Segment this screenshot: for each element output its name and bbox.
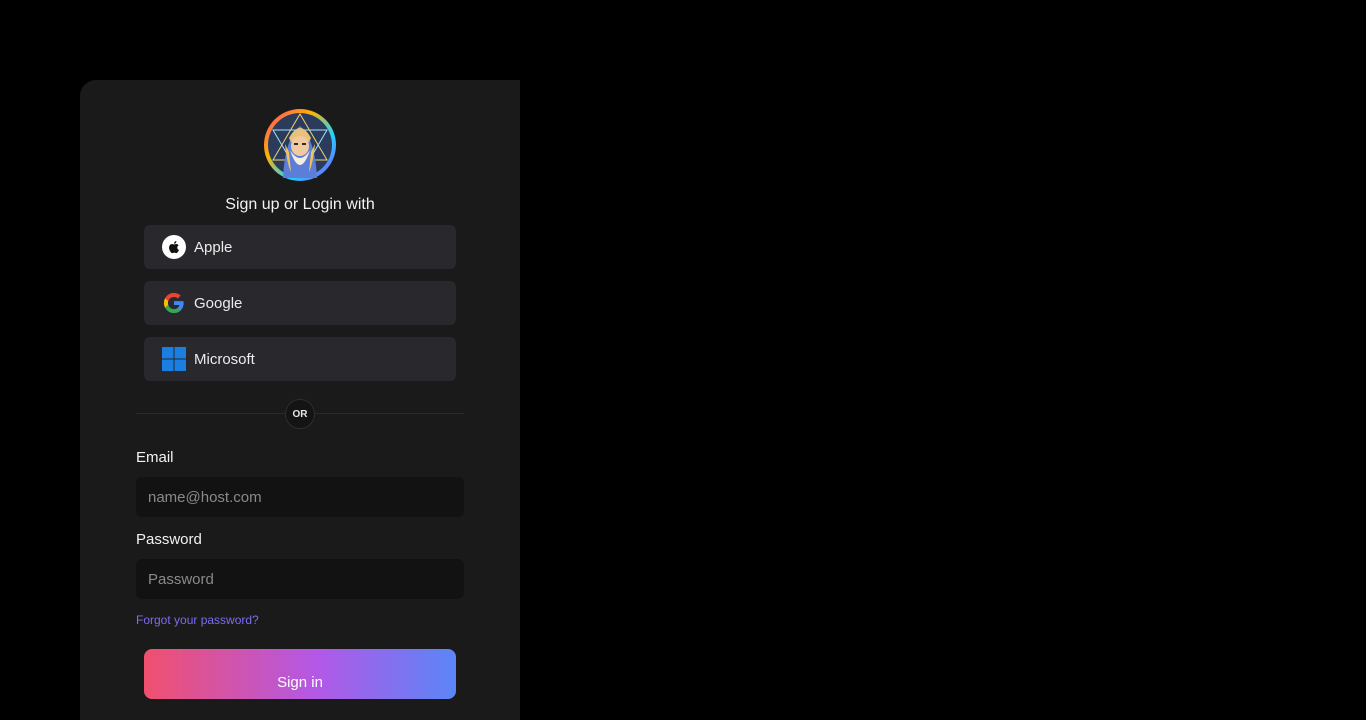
- password-label: Password: [136, 531, 202, 548]
- wizard-logo-icon: [263, 108, 337, 182]
- login-heading: Sign up or Login with: [225, 196, 375, 213]
- apple-login-button[interactable]: Apple: [144, 225, 456, 269]
- microsoft-icon: [162, 347, 186, 371]
- forgot-password-link[interactable]: Forgot your password?: [136, 613, 259, 627]
- login-card: Sign up or Login with Apple Google Micro…: [80, 80, 520, 720]
- microsoft-login-label: Microsoft: [194, 350, 255, 368]
- microsoft-login-button[interactable]: Microsoft: [144, 337, 456, 381]
- email-label: Email: [136, 449, 174, 466]
- apple-icon: [162, 235, 186, 259]
- apple-login-label: Apple: [194, 238, 233, 256]
- sign-in-button[interactable]: Sign in: [144, 649, 456, 699]
- email-field[interactable]: [136, 477, 464, 517]
- google-login-label: Google: [194, 294, 243, 312]
- google-login-button[interactable]: Google: [144, 281, 456, 325]
- or-divider-badge: OR: [285, 399, 315, 429]
- password-field[interactable]: [136, 559, 464, 599]
- google-icon: [162, 291, 186, 315]
